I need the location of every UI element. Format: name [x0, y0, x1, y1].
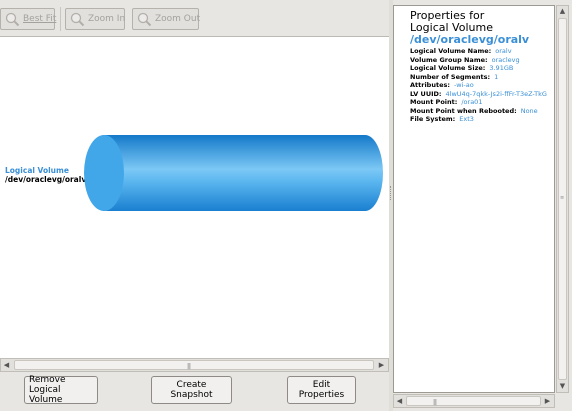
create-snapshot-label: Create Snapshot [170, 380, 213, 400]
grip-icon: ||| [433, 399, 437, 406]
remove-logical-volume-button[interactable]: Remove Logical Volume [24, 375, 98, 405]
toolbar: Best Fit Zoom In Zoom Out [0, 0, 389, 36]
scrollbar-thumb[interactable]: ≡ [558, 18, 567, 380]
property-row: Volume Group Name: oraclevg [410, 56, 547, 65]
property-value: oralv [495, 47, 512, 55]
property-key: Number of Segments: [410, 72, 491, 81]
property-row: Mount Point:/ora01 [410, 98, 547, 107]
property-key: Logical Volume Name: [410, 47, 492, 55]
scroll-right-icon[interactable]: ▶ [542, 396, 553, 406]
property-key: Mount Point: [410, 98, 458, 106]
zoom-in-button[interactable]: Zoom In [65, 8, 125, 30]
property-value: /ora01 [461, 98, 483, 106]
property-value: -wi-ao [453, 81, 474, 89]
properties-list: Logical Volume Name: oralv Volume Group N… [410, 47, 547, 124]
edit-properties-label: Edit Properties [298, 380, 345, 400]
scroll-left-icon[interactable]: ◀ [394, 396, 405, 406]
property-value: 3.91GB [489, 64, 514, 72]
properties-title-device: /dev/oraclevg/oralv [410, 33, 530, 46]
scrollbar-thumb[interactable]: ||| [406, 396, 541, 406]
property-value: Ext3 [459, 115, 474, 123]
logical-volume-cylinder[interactable] [83, 134, 385, 212]
property-row: Logical Volume Size: 3.91GB [410, 64, 547, 73]
grip-icon: ||| [187, 363, 191, 370]
lv-caption-path: /dev/oraclevg/oralv [5, 175, 87, 184]
property-row: LV UUID: 4lwU4q-7qkk-Js2i-ffFr-T3eZ-TkG [410, 90, 547, 99]
property-value: oraclevg [491, 55, 520, 64]
zoom-in-label: Zoom In [88, 14, 126, 24]
property-row: Number of Segments: 1 [410, 73, 547, 82]
divider-grip-icon [390, 186, 392, 200]
zoom-in-icon [70, 12, 85, 27]
property-value: 4lwU4q-7qkk-Js2i-ffFr-T3eZ-TkG [445, 89, 547, 98]
scroll-down-icon[interactable]: ▼ [557, 381, 568, 392]
canvas-horizontal-scrollbar[interactable]: ◀ ||| ▶ [0, 358, 389, 372]
best-fit-button[interactable]: Best Fit [0, 8, 57, 30]
property-key: Attributes: [410, 81, 450, 89]
toolbar-separator [60, 7, 61, 31]
scrollbar-thumb[interactable]: ||| [14, 360, 374, 370]
create-snapshot-button[interactable]: Create Snapshot [151, 376, 232, 404]
zoom-out-label: Zoom Out [155, 14, 201, 24]
scroll-right-icon[interactable]: ▶ [376, 360, 387, 370]
property-row: Attributes: -wi-ao [410, 81, 547, 90]
remove-label-line2: Logical Volume [29, 385, 63, 405]
property-row: File System: Ext3 [410, 115, 547, 124]
property-row: Logical Volume Name: oralv [410, 47, 547, 56]
property-key: LV UUID: [410, 89, 442, 98]
best-fit-label: Best Fit [23, 14, 57, 24]
magnifier-icon [5, 12, 20, 27]
properties-title: Properties for Logical Volume /dev/oracl… [410, 10, 529, 46]
zoom-out-button[interactable]: Zoom Out [132, 8, 201, 30]
property-key: Logical Volume Size: [410, 64, 486, 72]
property-key: Mount Point when Rebooted: [410, 106, 517, 115]
properties-horizontal-scrollbar[interactable]: ◀ ||| ▶ [393, 394, 555, 408]
scroll-left-icon[interactable]: ◀ [1, 360, 12, 370]
property-key: File System: [410, 115, 456, 123]
remove-label-line1: Remove [29, 375, 66, 385]
property-row: Mount Point when Rebooted: None [410, 107, 547, 116]
properties-panel: Properties for Logical Volume /dev/oracl… [393, 5, 555, 393]
volume-canvas[interactable]: Logical Volume /dev/oraclevg/oralv [0, 36, 389, 358]
edit-properties-button[interactable]: Edit Properties [287, 376, 356, 404]
property-key: Volume Group Name: [410, 55, 488, 64]
property-value: 1 [494, 72, 499, 81]
scroll-up-icon[interactable]: ▲ [557, 6, 568, 17]
property-value: None [520, 106, 538, 115]
zoom-out-icon [137, 12, 152, 27]
grip-icon: ≡ [560, 195, 564, 201]
lv-caption: Logical Volume /dev/oraclevg/oralv [5, 166, 86, 184]
lv-caption-key: Logical Volume [5, 166, 69, 175]
properties-vertical-scrollbar[interactable]: ▲ ≡ ▼ [556, 5, 569, 393]
